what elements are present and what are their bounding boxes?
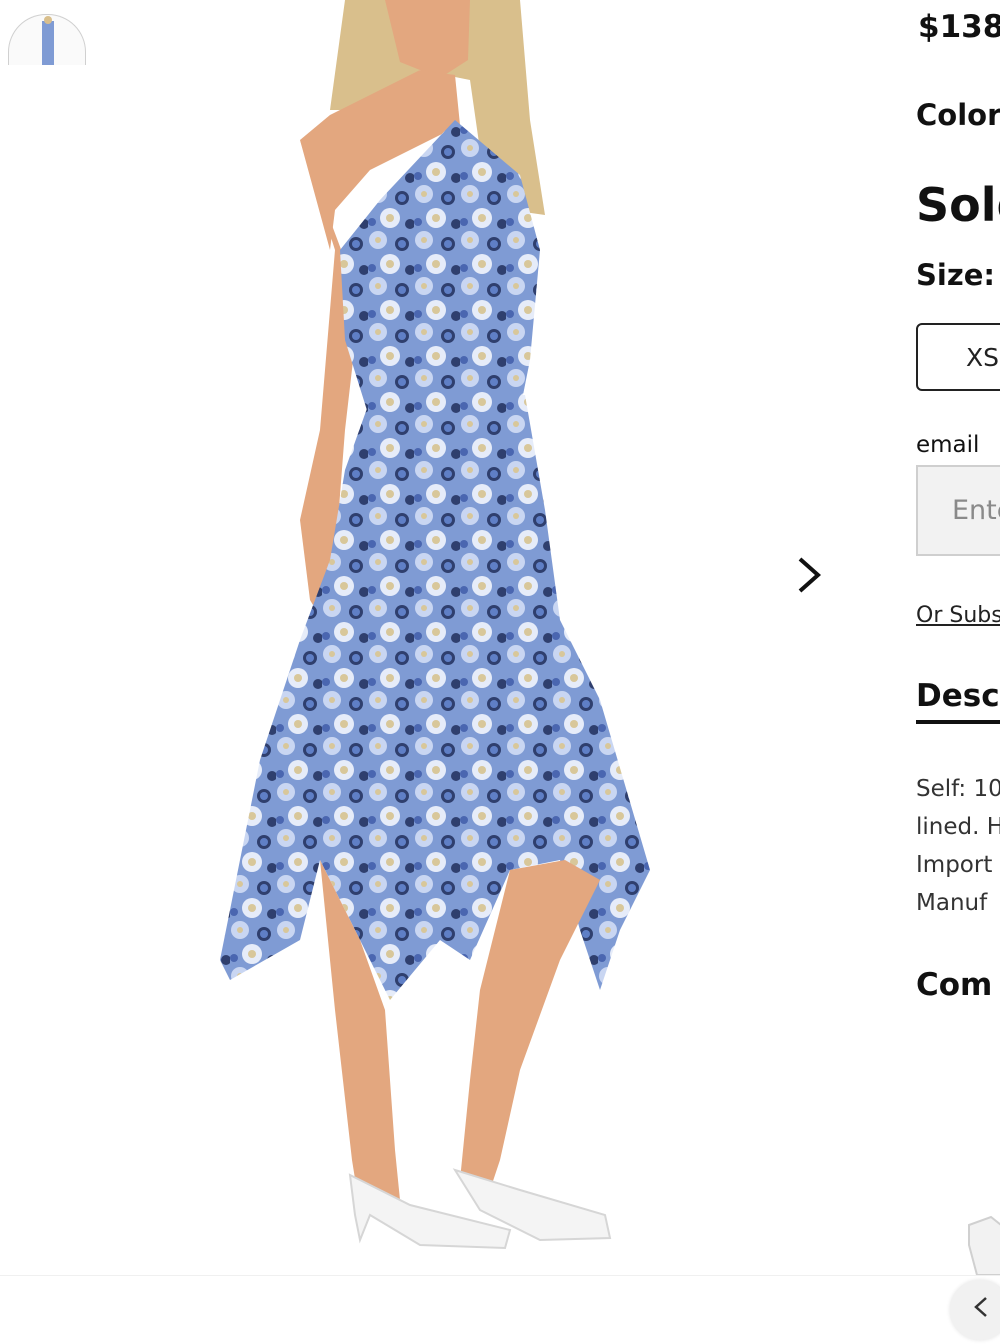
description-line: Self: 10 <box>916 776 1000 802</box>
description-line: Manuf <box>916 890 988 916</box>
thumbnail-prev-button[interactable] <box>950 1280 1000 1340</box>
thumbnail-strip <box>0 1275 1000 1334</box>
size-option-xs[interactable]: XS <box>916 323 1000 391</box>
tab-description[interactable]: Description <box>916 678 1000 724</box>
chevron-right-icon <box>798 557 822 593</box>
product-info-panel: $138 Color Sold Size: XS email Or Subscr… <box>916 0 1000 1275</box>
model-dress-illustration <box>220 0 650 1250</box>
subscribe-link[interactable]: Or Subscribe <box>916 603 1000 628</box>
description-line: Import <box>916 852 993 878</box>
sold-out-label: Sold <box>916 178 1000 232</box>
email-label: email <box>916 432 980 458</box>
product-photo <box>0 0 860 1275</box>
chevron-left-icon <box>974 1297 987 1317</box>
description-text: Self: 10 lined. H Import Manuf <box>916 770 1000 922</box>
size-label: Size: <box>916 258 995 292</box>
product-price: $138 <box>918 9 1000 45</box>
composition-heading[interactable]: Com <box>916 967 992 1003</box>
email-field[interactable] <box>916 465 1000 556</box>
description-line: lined. H <box>916 814 1000 840</box>
color-label: Color <box>916 98 1000 132</box>
next-image-button[interactable] <box>790 553 830 597</box>
